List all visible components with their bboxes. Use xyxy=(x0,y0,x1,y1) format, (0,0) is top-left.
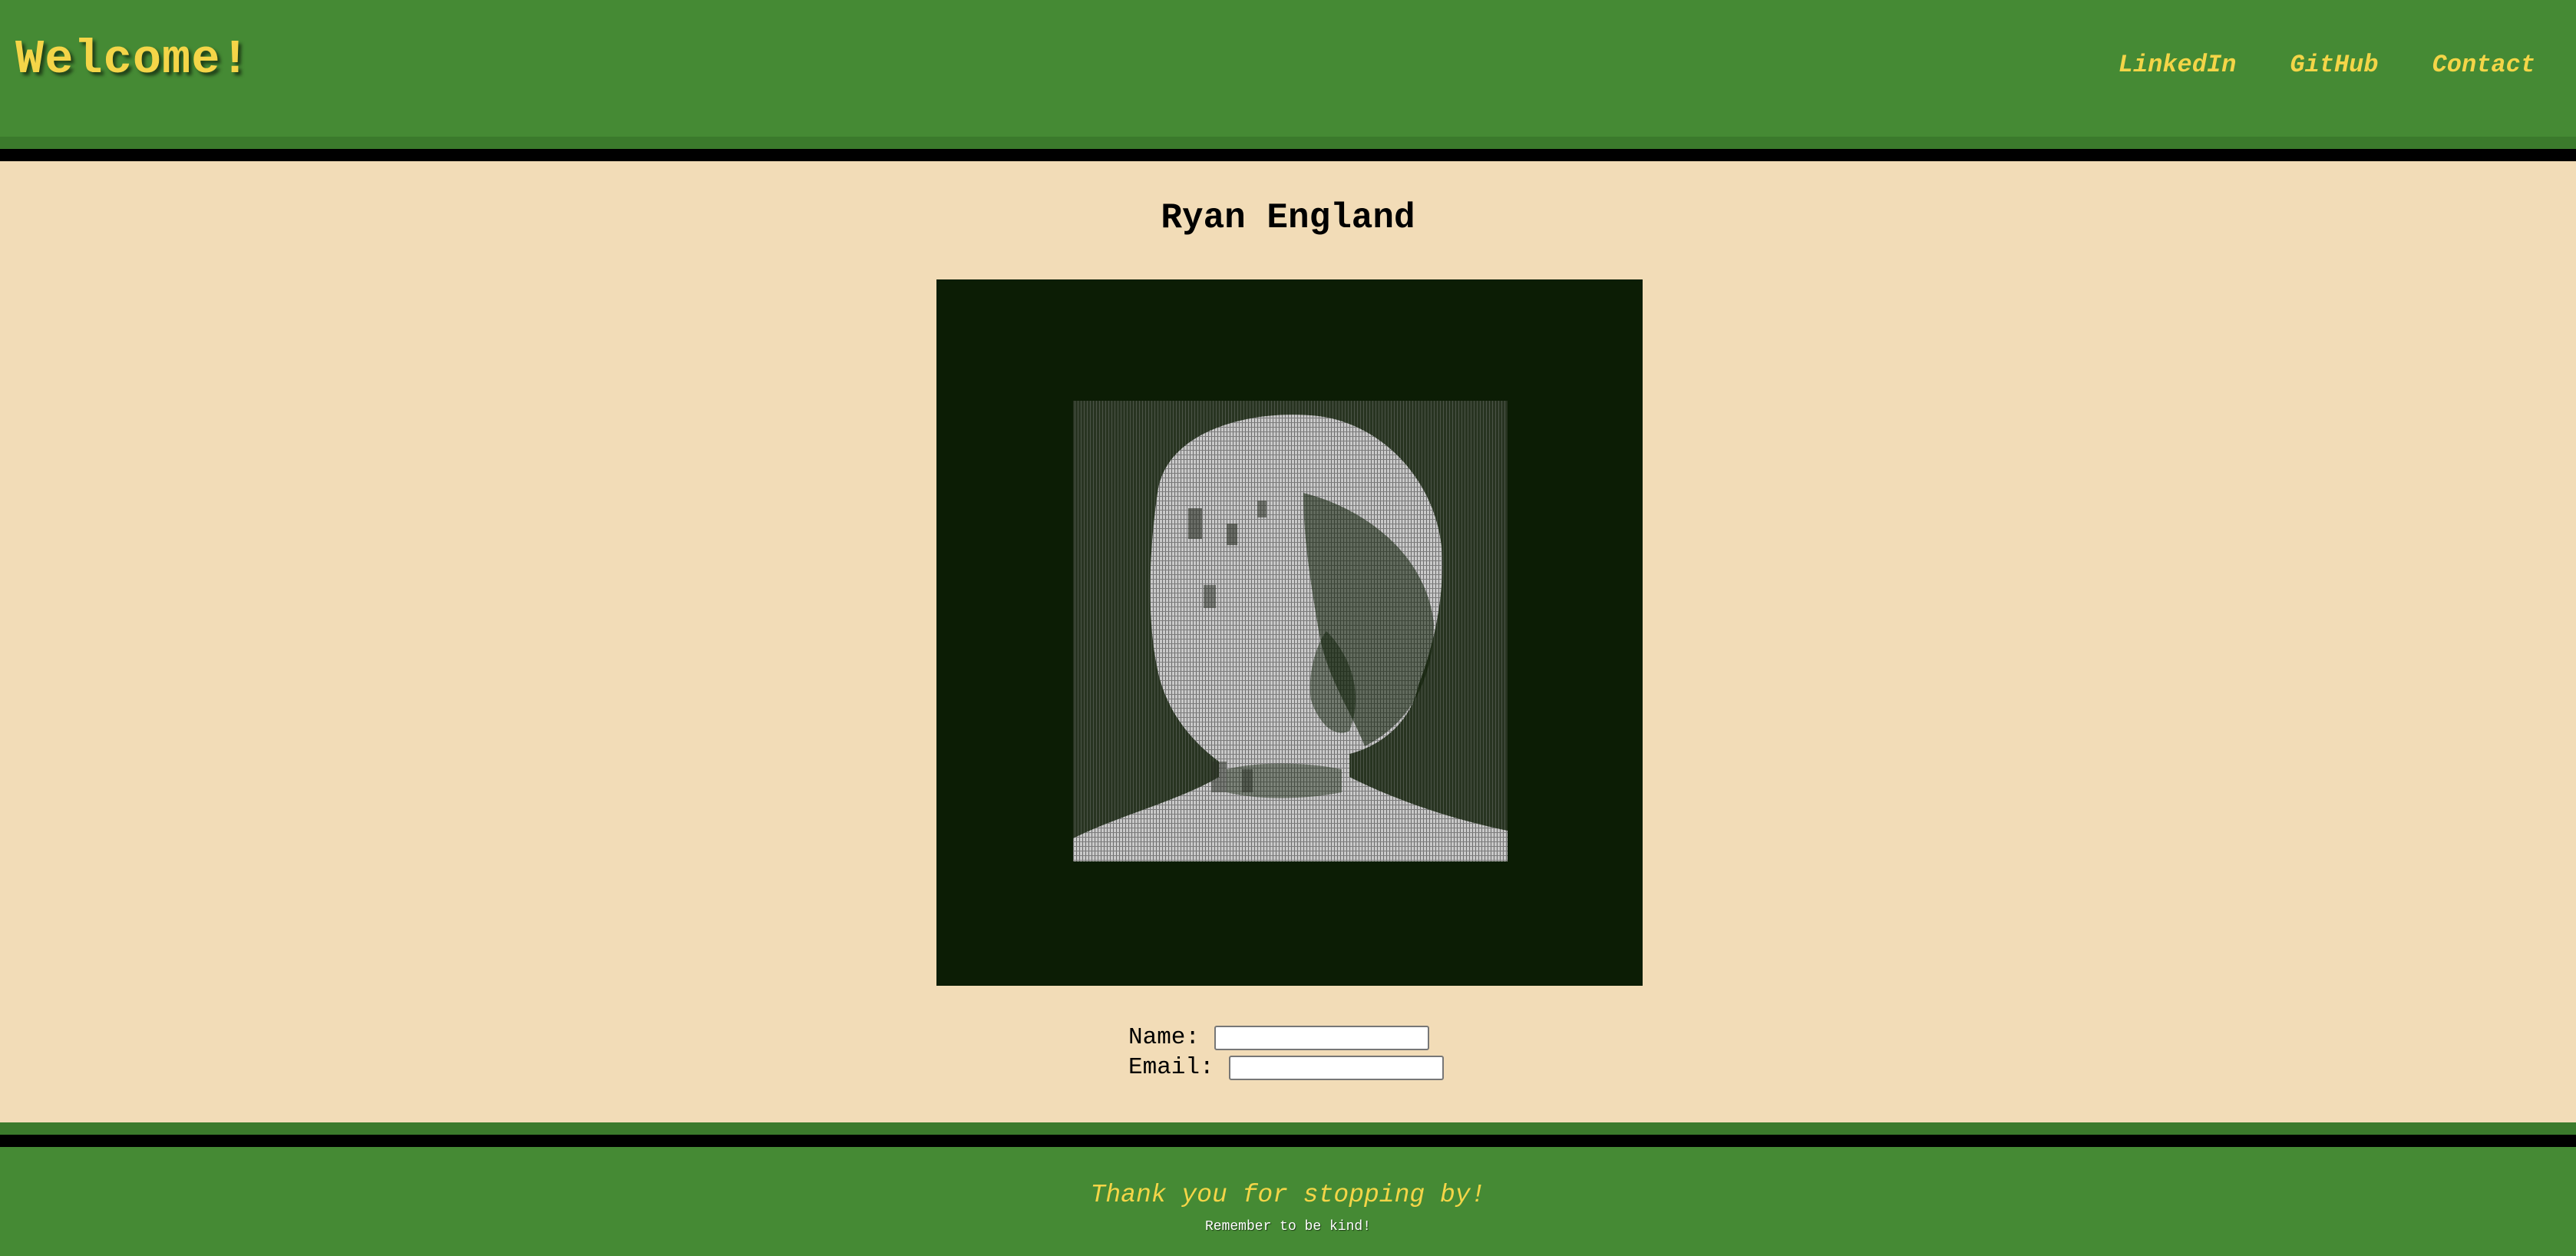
portrait-image xyxy=(936,279,1643,986)
footer-thanks: Thank you for stopping by! xyxy=(1090,1181,1486,1209)
ascii-portrait-icon xyxy=(1073,401,1508,861)
nav-link-github[interactable]: GitHub xyxy=(2290,51,2378,79)
nav-link-contact[interactable]: Contact xyxy=(2432,51,2535,79)
site-footer: Thank you for stopping by! Remember to b… xyxy=(0,1147,2576,1256)
name-field[interactable] xyxy=(1214,1025,1430,1050)
site-header: Welcome! LinkedIn GitHub Contact xyxy=(0,0,2576,137)
name-row: Name: xyxy=(1128,1023,1444,1053)
header-divider-green xyxy=(0,137,2576,149)
nav-link-linkedin[interactable]: LinkedIn xyxy=(2119,51,2237,79)
footer-note: Remember to be kind! xyxy=(1204,1219,1372,1235)
footer-divider-black xyxy=(0,1135,2576,1147)
footer-divider-green xyxy=(0,1122,2576,1135)
email-label: Email: xyxy=(1128,1054,1214,1081)
email-field[interactable] xyxy=(1228,1055,1444,1080)
nav-bar: LinkedIn GitHub Contact xyxy=(2119,51,2535,79)
site-title: Welcome! xyxy=(15,32,250,87)
contact-form: Name: Email: xyxy=(1128,1023,1444,1082)
page-title: Ryan England xyxy=(1161,198,1415,238)
email-row: Email: xyxy=(1128,1053,1444,1082)
name-label: Name: xyxy=(1128,1024,1200,1051)
header-divider-black xyxy=(0,149,2576,161)
